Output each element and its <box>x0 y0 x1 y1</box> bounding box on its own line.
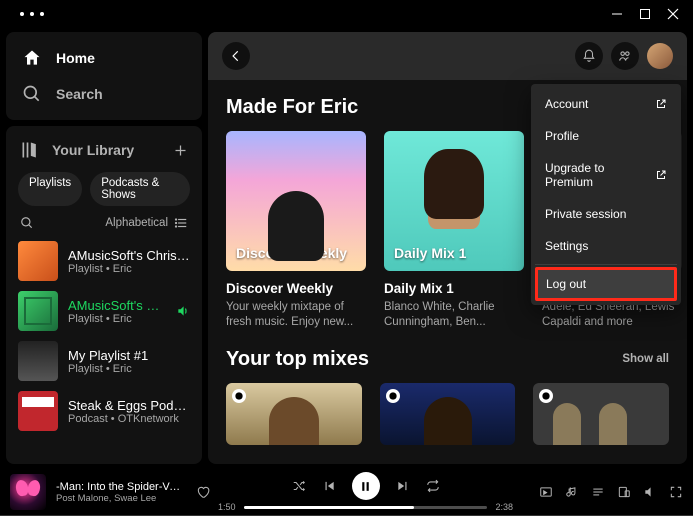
previous-icon[interactable] <box>322 479 336 493</box>
library-item[interactable]: My Playlist #1Playlist • Eric <box>16 336 192 386</box>
spotify-badge-icon <box>232 389 246 403</box>
card-overlay: Daily Mix 1 <box>394 245 466 261</box>
library-item-title: AMusicSoft's Christmas... <box>68 248 190 263</box>
library-item-title: My Playlist #1 <box>68 348 190 363</box>
chip-playlists[interactable]: Playlists <box>18 172 82 206</box>
nav-search[interactable]: Search <box>16 76 192 112</box>
menu-settings[interactable]: Settings <box>535 230 677 262</box>
library-item-subtitle: Podcast • OTKnetwork <box>68 413 190 425</box>
mix-card[interactable] <box>533 383 669 445</box>
card-art: Daily Mix 1 <box>384 131 524 271</box>
search-icon <box>22 84 42 104</box>
total-time: 2:38 <box>495 502 513 512</box>
nav-search-label: Search <box>56 86 103 102</box>
external-link-icon <box>655 169 667 181</box>
friend-activity-button[interactable] <box>611 42 639 70</box>
your-library-toggle[interactable]: Your Library <box>20 140 134 160</box>
now-playing-speaker-icon <box>176 304 190 318</box>
card-title: Discover Weekly <box>226 281 366 296</box>
playlist-art <box>18 341 58 381</box>
shuffle-icon[interactable] <box>292 479 306 493</box>
nav-home[interactable]: Home <box>16 40 192 76</box>
podcast-art <box>18 391 58 431</box>
minimize-icon[interactable] <box>611 8 623 20</box>
mix-card[interactable] <box>226 383 362 445</box>
user-menu: Account Profile Upgrade to Premium Priva… <box>531 84 681 305</box>
queue-icon[interactable] <box>591 485 605 499</box>
library-item-subtitle: Playlist • Eric <box>68 313 166 325</box>
section-heading-top-mixes: Your top mixes <box>226 348 369 371</box>
next-icon[interactable] <box>396 479 410 493</box>
connect-device-icon[interactable] <box>617 485 631 499</box>
back-button[interactable] <box>222 42 250 70</box>
like-icon[interactable] <box>196 485 210 499</box>
card-subtitle: Your weekly mixtape of fresh music. Enjo… <box>226 300 366 330</box>
menu-upgrade[interactable]: Upgrade to Premium <box>535 152 677 198</box>
playlist-art <box>18 291 58 331</box>
repeat-icon[interactable] <box>426 479 440 493</box>
home-icon <box>22 48 42 68</box>
notifications-button[interactable] <box>575 42 603 70</box>
library-icon <box>20 140 40 160</box>
spotify-badge-icon <box>386 389 400 403</box>
card-subtitle: Blanco White, Charlie Cunningham, Ben... <box>384 300 524 330</box>
library-item-title: AMusicSoft's Pla... <box>68 298 166 313</box>
volume-icon[interactable] <box>643 485 657 499</box>
lyrics-icon[interactable] <box>565 485 579 499</box>
now-playing-artist[interactable]: Post Malone, Swae Lee <box>56 493 186 504</box>
fullscreen-icon[interactable] <box>669 485 683 499</box>
library-item[interactable]: Steak & Eggs PodcastPodcast • OTKnetwork <box>16 386 192 436</box>
card-title: Daily Mix 1 <box>384 281 524 296</box>
plus-icon[interactable] <box>173 143 188 158</box>
library-item-subtitle: Playlist • Eric <box>68 263 190 275</box>
library-search-icon[interactable] <box>20 216 34 230</box>
nav-home-label: Home <box>56 50 95 66</box>
mix-card[interactable] <box>380 383 516 445</box>
now-playing-art[interactable] <box>10 474 46 510</box>
library-item-subtitle: Playlist • Eric <box>68 363 190 375</box>
your-library-label: Your Library <box>52 142 134 158</box>
menu-logout[interactable]: Log out <box>535 267 677 301</box>
play-pause-button[interactable] <box>352 472 380 500</box>
menu-private-session[interactable]: Private session <box>535 198 677 230</box>
maximize-icon[interactable] <box>639 8 651 20</box>
chip-podcasts[interactable]: Podcasts & Shows <box>90 172 190 206</box>
player-bar: -Man: Into the Spider-Verse Post Malone,… <box>0 468 693 516</box>
card-discover-weekly[interactable]: Discover Weekly Discover Weekly Your wee… <box>226 131 366 330</box>
user-avatar[interactable] <box>647 43 673 69</box>
card-daily-mix-1[interactable]: Daily Mix 1 Daily Mix 1 Blanco White, Ch… <box>384 131 524 330</box>
library-sort-label: Alphabetical <box>105 217 168 229</box>
titlebar <box>0 0 693 28</box>
app-menu-dots[interactable] <box>8 12 44 16</box>
spotify-badge-icon <box>539 389 553 403</box>
menu-account[interactable]: Account <box>535 88 677 120</box>
library-item[interactable]: AMusicSoft's Christmas...Playlist • Eric <box>16 236 192 286</box>
now-playing-view-icon[interactable] <box>539 485 553 499</box>
library-item[interactable]: AMusicSoft's Pla...Playlist • Eric <box>16 286 192 336</box>
library-item-title: Steak & Eggs Podcast <box>68 398 190 413</box>
show-all-link[interactable]: Show all <box>622 353 669 365</box>
library-sort[interactable]: Alphabetical <box>105 216 188 230</box>
menu-profile[interactable]: Profile <box>535 120 677 152</box>
playlist-art <box>18 241 58 281</box>
card-art: Discover Weekly <box>226 131 366 271</box>
list-icon <box>174 216 188 230</box>
now-playing-title[interactable]: -Man: Into the Spider-Verse <box>56 481 186 493</box>
topbar <box>208 32 687 80</box>
progress-bar[interactable] <box>244 506 488 509</box>
card-overlay: Discover Weekly <box>236 245 347 261</box>
elapsed-time: 1:50 <box>218 502 236 512</box>
external-link-icon <box>655 98 667 110</box>
close-icon[interactable] <box>667 8 679 20</box>
